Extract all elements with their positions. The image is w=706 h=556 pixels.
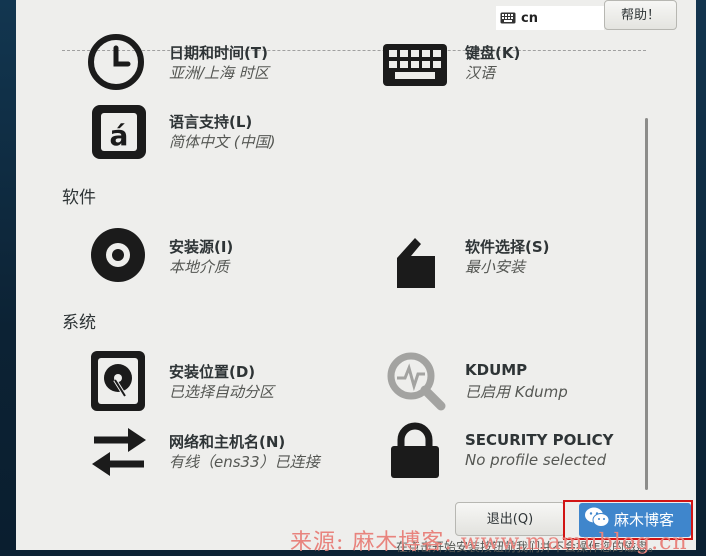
disc-icon bbox=[90, 226, 148, 288]
clock-icon bbox=[86, 32, 148, 98]
spoke-kdump[interactable]: KDUMP 已启用 Kdump bbox=[383, 350, 643, 412]
spoke-title: KDUMP bbox=[465, 361, 528, 379]
spoke-title: SECURITY POLICY bbox=[465, 431, 614, 449]
spoke-title: 语言支持(L) bbox=[169, 113, 253, 131]
spoke-status: 已选择自动分区 bbox=[169, 383, 275, 401]
section-title-system: 系统 bbox=[62, 313, 96, 333]
spoke-status: 本地介质 bbox=[169, 258, 230, 276]
spoke-title: 日期和时间(T) bbox=[169, 44, 268, 62]
spoke-status: 汉语 bbox=[465, 64, 496, 82]
keyboard-icon bbox=[383, 36, 449, 92]
magnifier-icon bbox=[385, 350, 449, 418]
svg-text:á: á bbox=[110, 119, 129, 152]
desktop-background-left bbox=[0, 0, 16, 550]
spoke-status: 已启用 Kdump bbox=[465, 383, 568, 401]
spoke-title: 软件选择(S) bbox=[465, 238, 550, 256]
spoke-security-policy[interactable]: SECURITY POLICY No profile selected bbox=[383, 420, 643, 482]
section-title-software: 软件 bbox=[62, 188, 96, 208]
keyboard-layout-indicator[interactable]: cn bbox=[496, 6, 604, 30]
spoke-keyboard[interactable]: 键盘(K) 汉语 bbox=[383, 30, 643, 92]
language-icon: á bbox=[90, 103, 148, 165]
desktop-background-right bbox=[696, 0, 706, 550]
spoke-software-selection[interactable]: 软件选择(S) 最小安装 bbox=[383, 226, 643, 288]
keyboard-layout-label: cn bbox=[521, 10, 538, 26]
spoke-title: 安装位置(D) bbox=[169, 363, 256, 381]
lock-icon bbox=[389, 422, 443, 484]
spoke-title: 键盘(K) bbox=[465, 44, 521, 62]
spoke-language-support[interactable]: á 语言支持(L) 简体中文 (中国) bbox=[86, 100, 366, 162]
hard-disk-icon bbox=[89, 350, 149, 418]
spoke-status: 最小安装 bbox=[465, 258, 526, 276]
spoke-status: 亚洲/上海 时区 bbox=[169, 64, 269, 82]
spoke-title: 安装源(I) bbox=[169, 238, 234, 256]
spoke-status: 有线（ens33）已连接 bbox=[169, 453, 320, 471]
spoke-network-hostname[interactable]: 网络和主机名(N) 有线（ens33）已连接 bbox=[86, 420, 376, 482]
keyboard-icon bbox=[500, 9, 516, 28]
package-icon bbox=[393, 232, 439, 294]
help-button[interactable]: 帮助！ bbox=[604, 0, 677, 30]
spoke-date-time[interactable]: 日期和时间(T) 亚洲/上海 时区 bbox=[86, 30, 366, 92]
spoke-title: 网络和主机名(N) bbox=[169, 433, 286, 451]
spoke-installation-source[interactable]: 安装源(I) 本地介质 bbox=[86, 226, 366, 288]
spoke-status: No profile selected bbox=[465, 451, 607, 469]
scrollbar[interactable] bbox=[645, 118, 648, 490]
watermark-source-text: 来源: 麻木博客: www.mamublog.cn bbox=[290, 530, 688, 555]
network-arrows-icon bbox=[86, 422, 152, 486]
spoke-installation-destination[interactable]: 安装位置(D) 已选择自动分区 bbox=[86, 350, 366, 412]
spoke-status: 简体中文 (中国) bbox=[169, 133, 276, 151]
